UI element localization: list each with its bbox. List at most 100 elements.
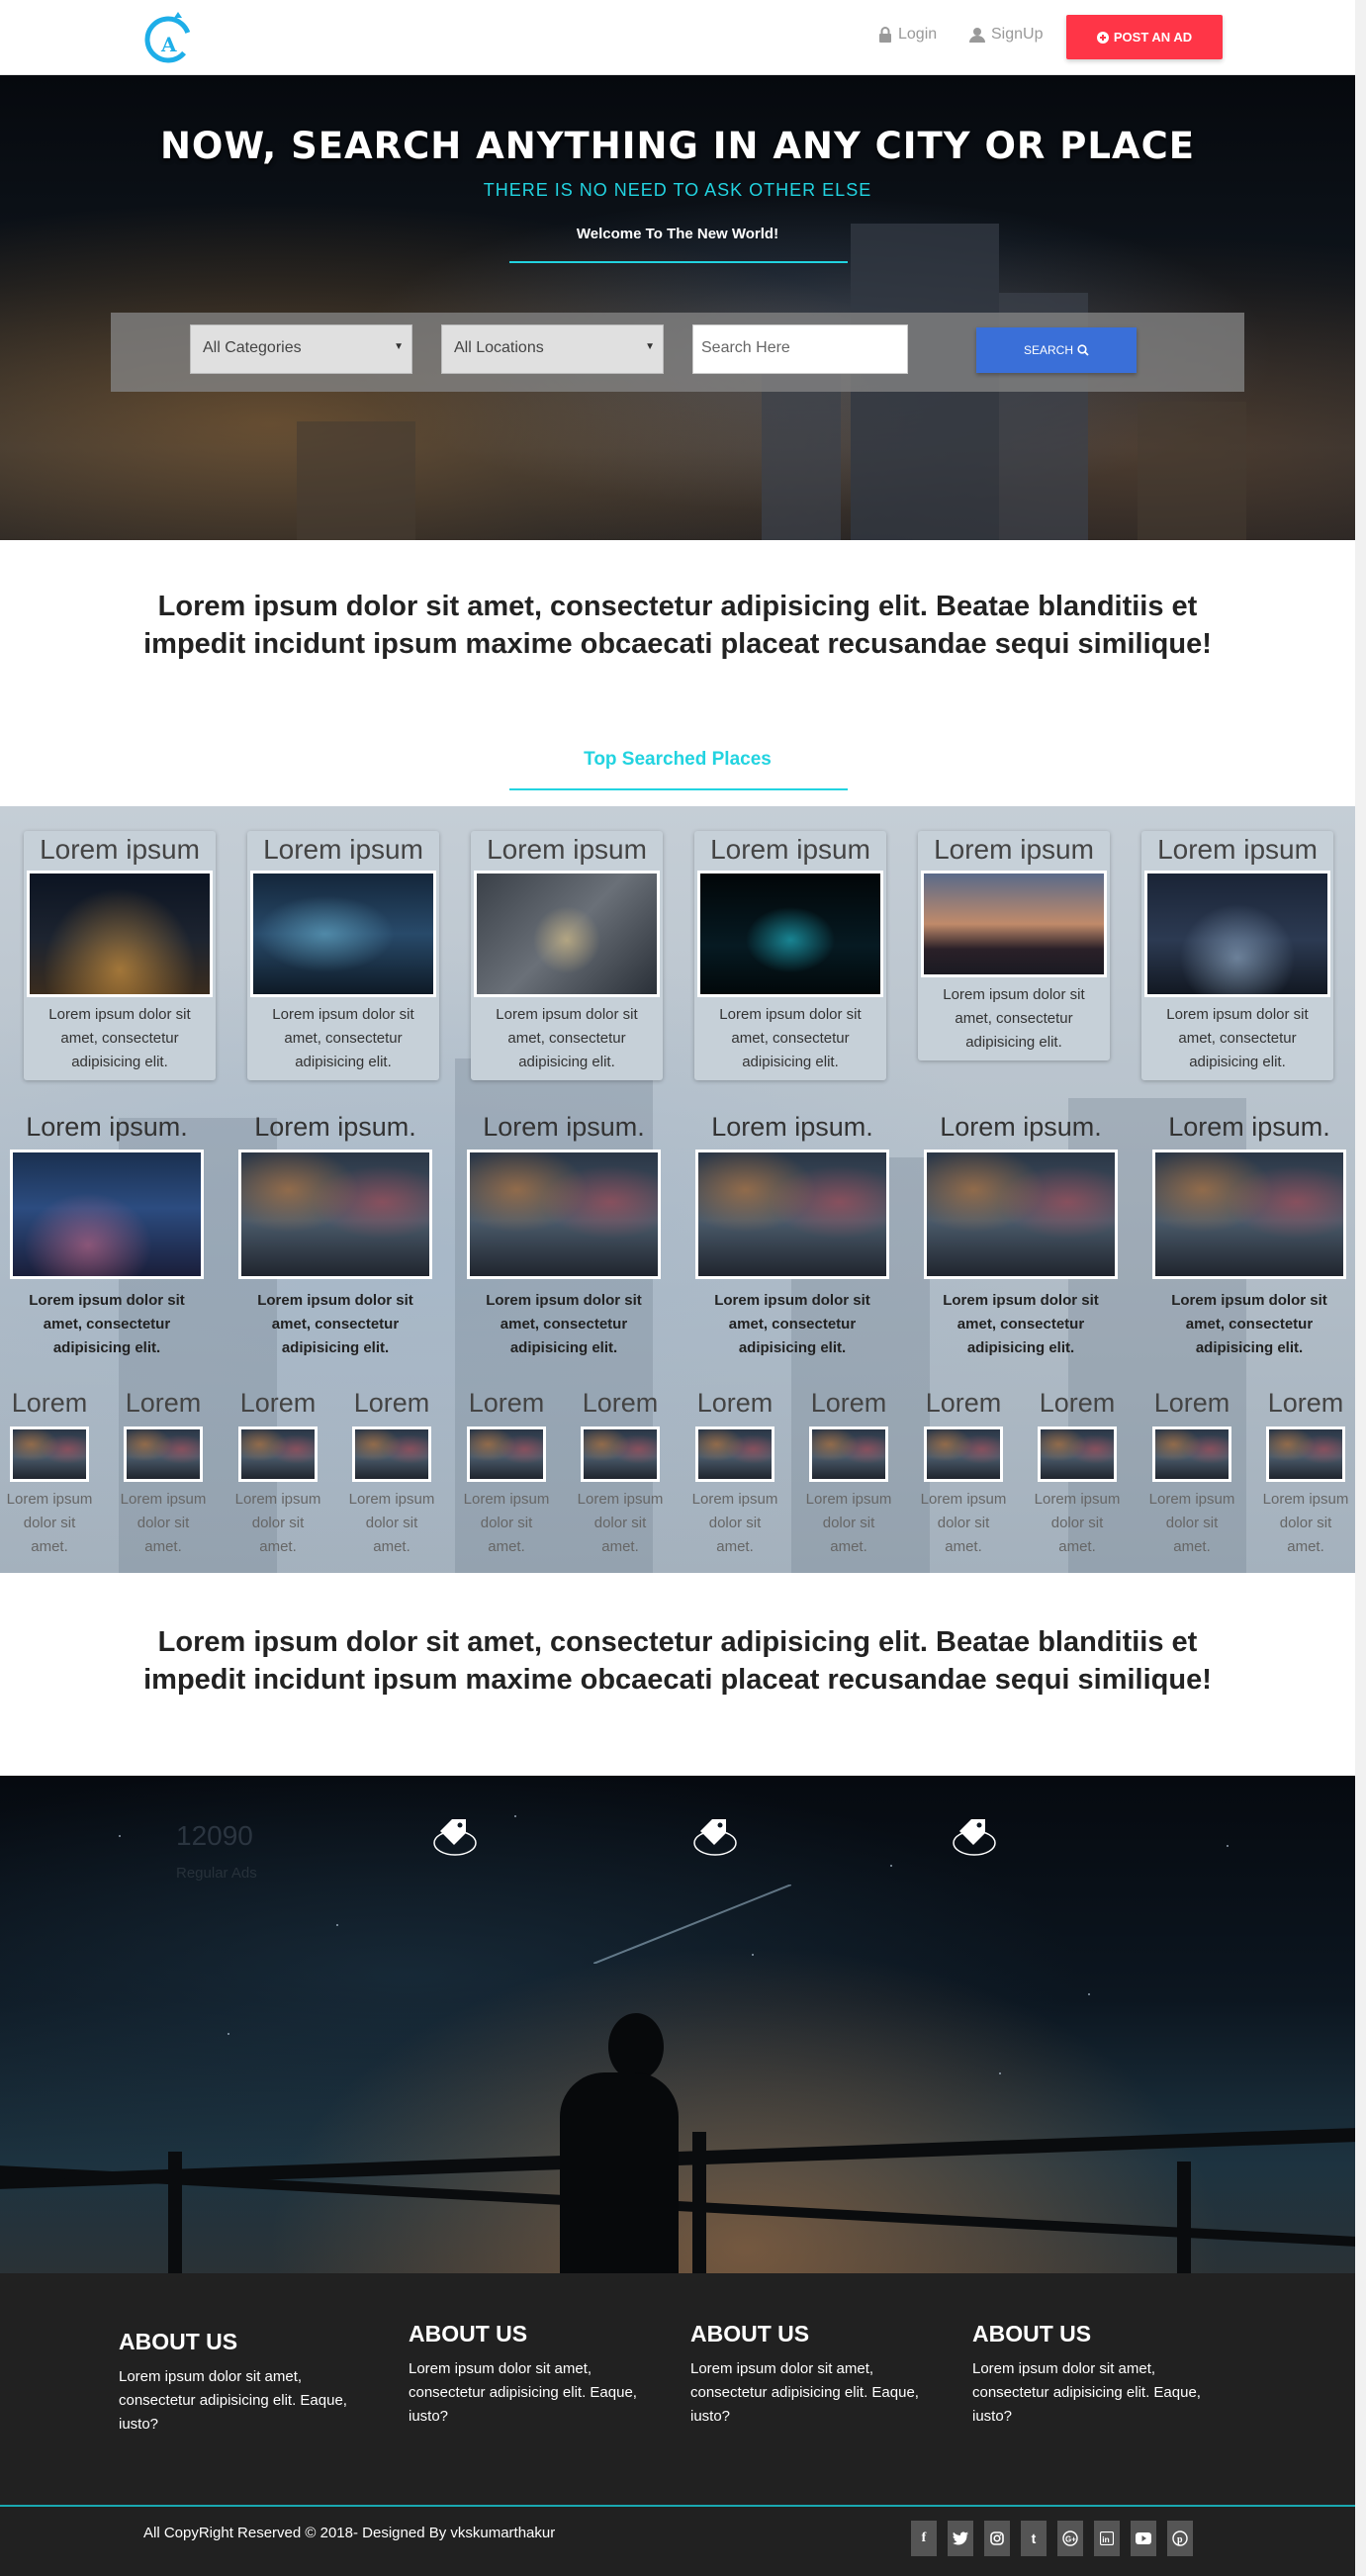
place-card-title: Lorem — [1039, 1388, 1116, 1418]
place-card-small[interactable]: Lorem Lorem ipsum dolor sit amet. — [803, 1385, 894, 1559]
place-card[interactable]: Lorem ipsum Lorem ipsum dolor sit amet, … — [471, 831, 663, 1080]
place-card[interactable]: Lorem ipsum. Lorem ipsum dolor sit amet,… — [8, 1108, 206, 1360]
place-card-small[interactable]: Lorem Lorem ipsum dolor sit amet. — [346, 1385, 437, 1559]
place-image[interactable] — [467, 1426, 546, 1482]
place-image[interactable] — [921, 871, 1107, 977]
place-image[interactable] — [924, 1426, 1003, 1482]
place-image[interactable] — [581, 1426, 660, 1482]
place-card[interactable]: Lorem ipsum Lorem ipsum dolor sit amet, … — [247, 831, 439, 1080]
place-image[interactable] — [1144, 871, 1330, 997]
google-plus-icon[interactable]: G+ — [1057, 2521, 1083, 2556]
place-card-text: Lorem ipsum dolor sit amet, consectetur … — [29, 1292, 185, 1356]
place-image[interactable] — [238, 1150, 432, 1279]
place-image[interactable] — [1266, 1426, 1345, 1482]
place-image[interactable] — [1152, 1426, 1231, 1482]
signup-link[interactable]: SignUp — [969, 26, 1043, 44]
railing-post — [692, 2132, 706, 2273]
star-dot — [1227, 1845, 1229, 1847]
facebook-icon[interactable]: f — [911, 2521, 937, 2556]
place-image[interactable] — [352, 1426, 431, 1482]
place-image[interactable] — [474, 871, 660, 997]
place-card-title: Lorem ipsum — [263, 834, 423, 865]
place-card-title: Lorem — [353, 1388, 430, 1418]
footer-column: ABOUT US Lorem ipsum dolor sit amet, con… — [972, 2321, 1229, 2429]
footer-text: Lorem ipsum dolor sit amet, consectetur … — [972, 2360, 1201, 2425]
place-card-small[interactable]: Lorem Lorem ipsum dolor sit amet. — [918, 1385, 1009, 1559]
place-card[interactable]: Lorem ipsum. Lorem ipsum dolor sit amet,… — [465, 1108, 663, 1360]
place-card[interactable]: Lorem ipsum. Lorem ipsum dolor sit amet,… — [236, 1108, 434, 1360]
footer-heading: ABOUT US — [972, 2321, 1092, 2346]
search-button[interactable]: SEARCH — [976, 327, 1137, 373]
place-image[interactable] — [697, 871, 883, 997]
tumblr-icon[interactable]: t — [1021, 2521, 1047, 2556]
twitter-icon[interactable] — [948, 2521, 973, 2556]
place-image[interactable] — [924, 1150, 1118, 1279]
place-card-small[interactable]: Lorem Lorem ipsum dolor sit amet. — [689, 1385, 780, 1559]
place-card-text: Lorem ipsum dolor sit amet. — [463, 1491, 550, 1555]
instagram-icon[interactable] — [984, 2521, 1010, 2556]
bottom-bar: All CopyRight Reserved © 2018- Designed … — [0, 2507, 1355, 2576]
place-image[interactable] — [809, 1426, 888, 1482]
place-card-text: Lorem ipsum dolor sit amet. — [1148, 1491, 1235, 1555]
post-ad-button[interactable]: POST AN AD — [1066, 15, 1223, 59]
place-card-small[interactable]: Lorem Lorem ipsum dolor sit amet. — [232, 1385, 323, 1559]
place-card[interactable]: Lorem ipsum. Lorem ipsum dolor sit amet,… — [922, 1108, 1120, 1360]
youtube-icon[interactable] — [1131, 2521, 1156, 2556]
place-image[interactable] — [238, 1426, 318, 1482]
place-image[interactable] — [10, 1426, 89, 1482]
place-image[interactable] — [1152, 1150, 1346, 1279]
location-select[interactable]: All Locations ▼ — [441, 324, 664, 374]
place-card-title: Lorem ipsum — [487, 834, 647, 865]
place-card-small[interactable]: Lorem Lorem ipsum dolor sit amet. — [461, 1385, 552, 1559]
tag-icon — [433, 1819, 477, 1856]
place-card[interactable]: Lorem ipsum. Lorem ipsum dolor sit amet,… — [693, 1108, 891, 1360]
place-image[interactable] — [124, 1426, 203, 1482]
place-card[interactable]: Lorem ipsum Lorem ipsum dolor sit amet, … — [918, 831, 1110, 1060]
hero-title: NOW, SEARCH ANYTHING IN ANY CITY OR PLAC… — [159, 125, 1196, 167]
place-card[interactable]: Lorem ipsum Lorem ipsum dolor sit amet, … — [1141, 831, 1333, 1080]
footer-text: Lorem ipsum dolor sit amet, consectetur … — [119, 2368, 347, 2433]
place-card-title: Lorem — [11, 1388, 88, 1418]
place-card-title: Lorem — [1267, 1388, 1344, 1418]
svg-text:A: A — [160, 33, 177, 56]
place-card-title: Lorem — [925, 1388, 1002, 1418]
place-card[interactable]: Lorem ipsum. Lorem ipsum dolor sit amet,… — [1150, 1108, 1348, 1360]
stat-count: 12090 — [176, 1820, 253, 1851]
place-image[interactable] — [10, 1150, 204, 1279]
svg-text:in: in — [1102, 2534, 1110, 2544]
place-card[interactable]: Lorem ipsum Lorem ipsum dolor sit amet, … — [24, 831, 216, 1080]
place-image[interactable] — [1038, 1426, 1117, 1482]
intro-text: Lorem ipsum dolor sit amet, consectetur … — [143, 591, 1212, 660]
place-card-small[interactable]: Lorem Lorem ipsum dolor sit amet. — [4, 1385, 95, 1559]
place-card-text: Lorem ipsum dolor sit amet, consectetur … — [48, 1006, 191, 1070]
place-card-title: Lorem — [810, 1388, 887, 1418]
place-card-title: Lorem ipsum — [710, 834, 870, 865]
place-image[interactable] — [695, 1150, 889, 1279]
place-card-text: Lorem ipsum dolor sit amet, consectetur … — [943, 1292, 1099, 1356]
login-link[interactable]: Login — [878, 26, 937, 44]
place-card-text: Lorem ipsum dolor sit amet, consectetur … — [257, 1292, 413, 1356]
place-card-text: Lorem ipsum dolor sit amet. — [691, 1491, 778, 1555]
place-image[interactable] — [27, 871, 213, 997]
place-image[interactable] — [250, 871, 436, 997]
place-card-small[interactable]: Lorem Lorem ipsum dolor sit amet. — [1260, 1385, 1351, 1559]
pinterest-icon[interactable]: p — [1167, 2521, 1193, 2556]
place-card-title: Lorem ipsum — [934, 834, 1094, 865]
place-image[interactable] — [467, 1150, 661, 1279]
hero-building — [1138, 402, 1246, 540]
search-input[interactable]: Search Here — [692, 324, 908, 374]
place-card[interactable]: Lorem ipsum Lorem ipsum dolor sit amet, … — [694, 831, 886, 1080]
page-scrollbar[interactable] — [1355, 0, 1366, 2576]
category-select[interactable]: All Categories ▼ — [190, 324, 412, 374]
linkedin-icon[interactable]: in — [1094, 2521, 1120, 2556]
place-card-text: Lorem ipsum dolor sit amet, consectetur … — [719, 1006, 862, 1070]
place-card-small[interactable]: Lorem Lorem ipsum dolor sit amet. — [575, 1385, 666, 1559]
railing-post — [168, 2152, 182, 2273]
footer: ABOUT US Lorem ipsum dolor sit amet, con… — [0, 2273, 1355, 2507]
logo[interactable]: A — [144, 12, 194, 63]
place-card-small[interactable]: Lorem Lorem ipsum dolor sit amet. — [1032, 1385, 1123, 1559]
tag-icon — [953, 1819, 996, 1856]
place-image[interactable] — [695, 1426, 774, 1482]
place-card-small[interactable]: Lorem Lorem ipsum dolor sit amet. — [118, 1385, 209, 1559]
place-card-small[interactable]: Lorem Lorem ipsum dolor sit amet. — [1146, 1385, 1237, 1559]
